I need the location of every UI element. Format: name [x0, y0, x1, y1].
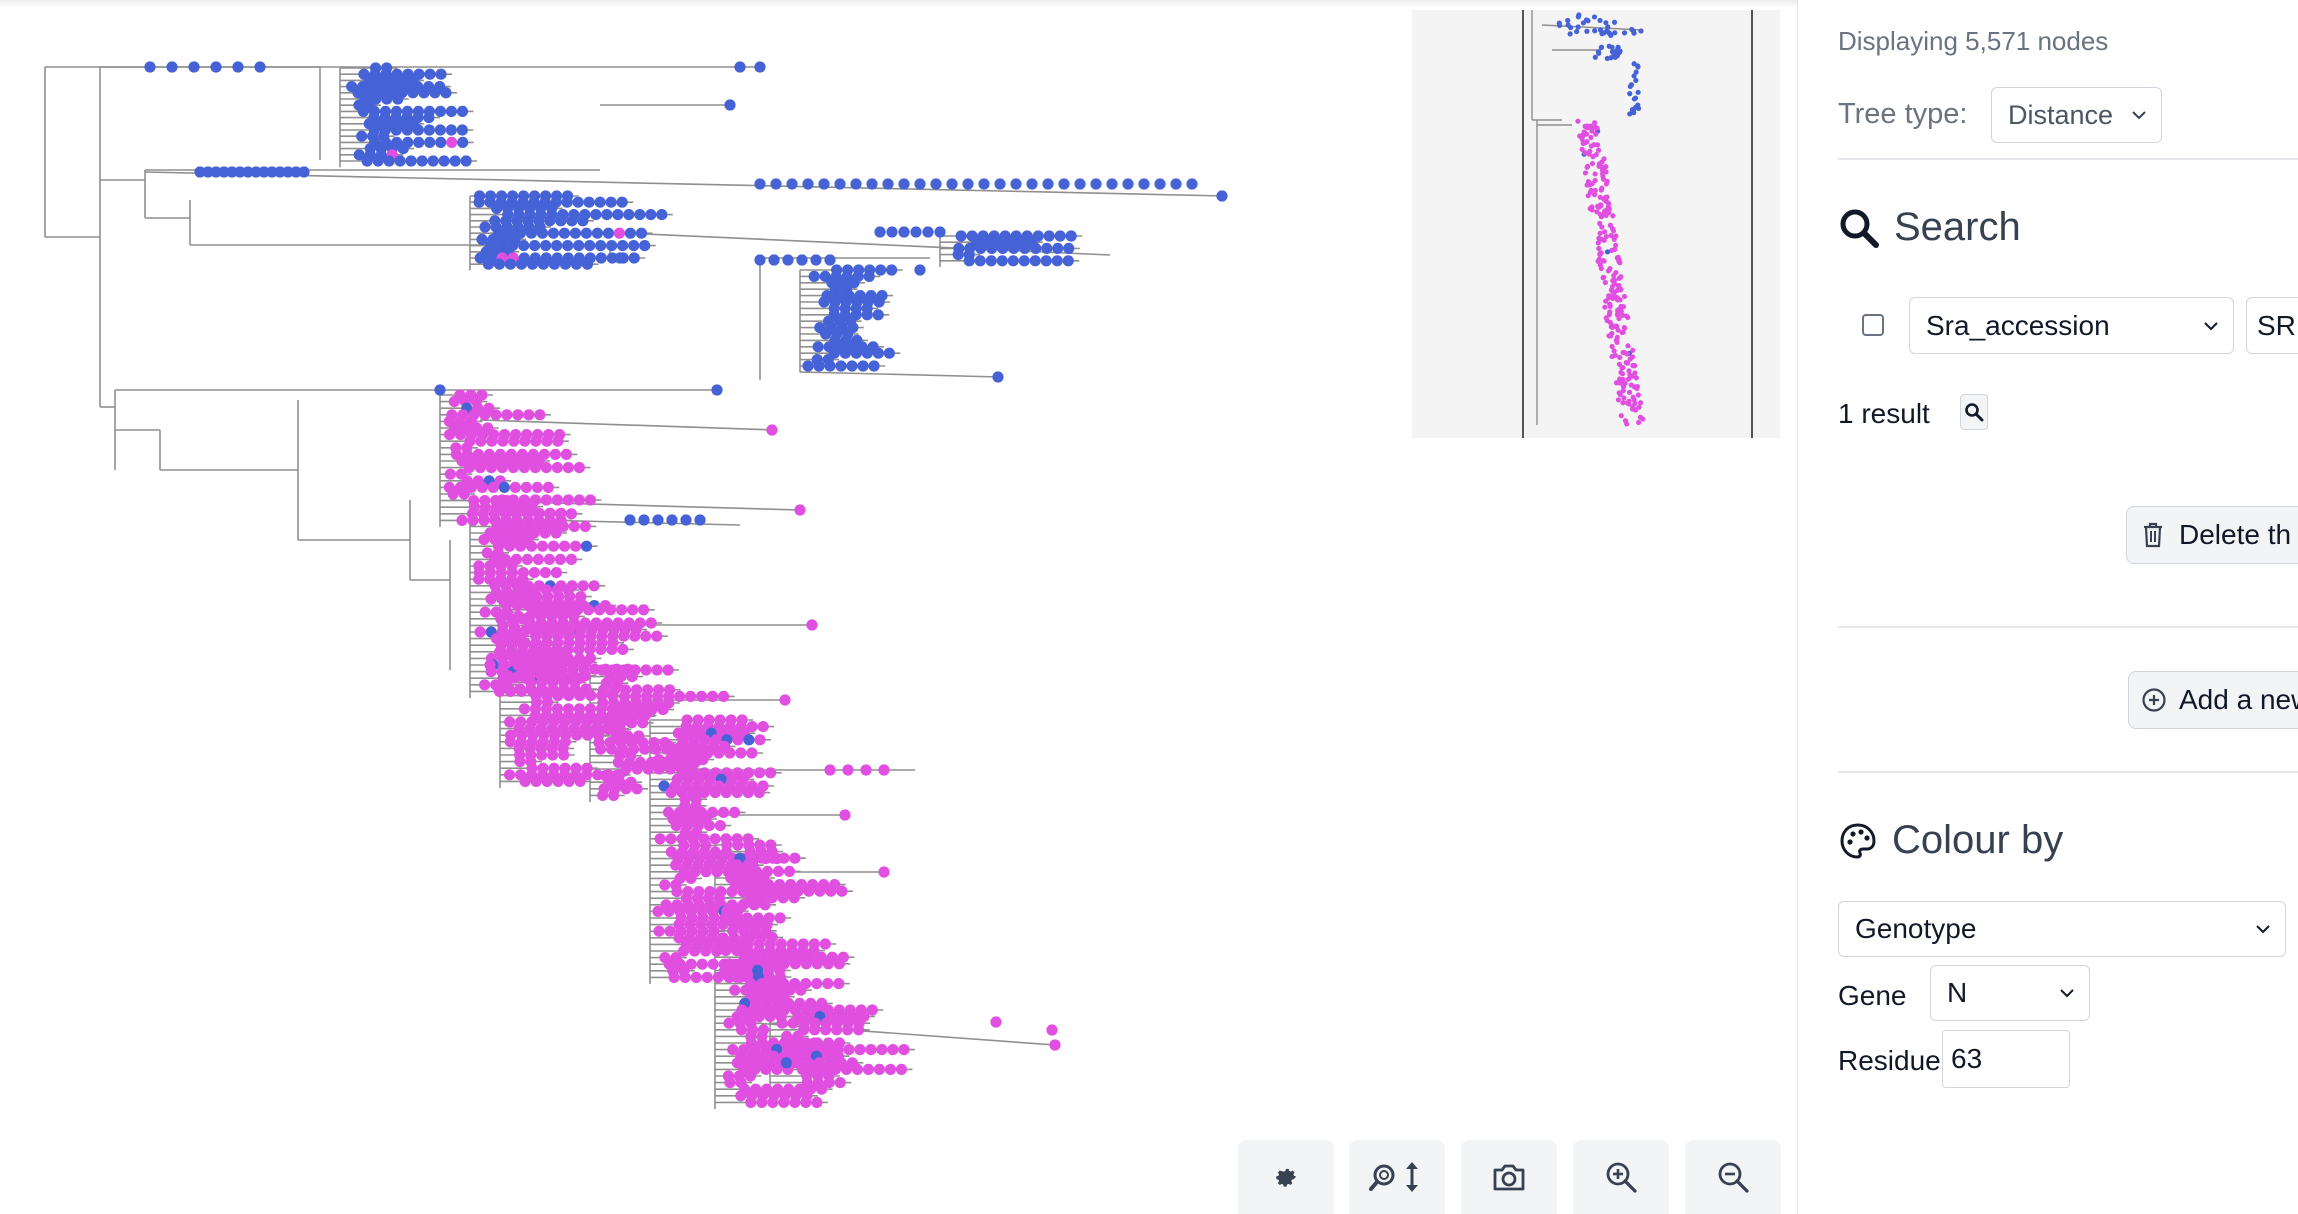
residue-input[interactable]: 63: [1942, 1030, 2070, 1088]
zoom-in-button[interactable]: [1573, 1140, 1669, 1214]
gene-select[interactable]: N: [1930, 965, 2090, 1021]
tree-tips[interactable]: [144, 61, 1228, 1108]
divider: [1838, 626, 2298, 628]
tree-type-select[interactable]: Distance: [1991, 87, 2162, 143]
minimap-content: [1522, 10, 1753, 438]
residue-value: 63: [1951, 1043, 1983, 1074]
app-window: Displaying 5,571 nodes Tree type: Distan…: [0, 0, 2298, 1214]
chevron-down-icon: [2060, 989, 2074, 998]
sidebar: Displaying 5,571 nodes Tree type: Distan…: [1797, 0, 2298, 1214]
search-icon: [1965, 403, 1984, 422]
zoom-vertical-icon: [1369, 1162, 1418, 1192]
tree-canvas[interactable]: [0, 0, 1797, 1214]
search-value-input[interactable]: SRR: [2246, 297, 2298, 354]
palette-icon: [1840, 822, 1876, 859]
add-search-button[interactable]: Add a new: [2128, 671, 2298, 729]
search-value-text: SRR: [2257, 309, 2298, 341]
minimap-tree[interactable]: [1412, 10, 1780, 438]
gene-label: Gene: [1838, 980, 1907, 1011]
search-icon: [1840, 209, 1879, 248]
gear-icon: [1276, 1168, 1297, 1187]
gene-value: N: [1947, 977, 1968, 1008]
nodes-count: Displaying 5,571 nodes: [1838, 26, 2109, 56]
search-enable-checkbox[interactable]: [1862, 314, 1884, 336]
zoom-to-result-button[interactable]: [1960, 394, 1988, 430]
zoom-out-button[interactable]: [1685, 1140, 1781, 1214]
chevron-down-icon: [2256, 925, 2270, 934]
delete-button-label: Delete th: [2179, 519, 2292, 550]
colour-heading-text: Colour by: [1892, 818, 2064, 862]
tree-type-label: Tree type:: [1838, 98, 1968, 130]
screenshot-button[interactable]: [1461, 1140, 1557, 1214]
colour-heading: Colour by: [1838, 818, 2063, 863]
tree-branches: [44, 66, 1226, 1109]
search-heading: Search: [1838, 205, 2021, 250]
divider: [1838, 158, 2298, 160]
chevron-down-icon: [2204, 321, 2218, 330]
colour-by-select[interactable]: Genotype: [1838, 901, 2286, 957]
colour-by-value: Genotype: [1855, 913, 1977, 944]
vertical-zoom-button[interactable]: [1349, 1140, 1445, 1214]
residue-label: Residue: [1838, 1045, 1941, 1076]
add-button-label: Add a new: [2179, 684, 2298, 715]
minimap[interactable]: [1412, 10, 1780, 438]
search-heading-text: Search: [1894, 205, 2021, 249]
divider: [1838, 771, 2298, 773]
zoom-in-icon: [1606, 1162, 1637, 1193]
tree-type-value: Distance: [2008, 99, 2114, 130]
delete-search-button[interactable]: Delete th: [2126, 506, 2298, 564]
trash-icon: [2144, 522, 2162, 548]
zoom-out-icon: [1718, 1162, 1749, 1193]
result-count: 1 result: [1838, 398, 1930, 429]
settings-button[interactable]: [1238, 1140, 1334, 1214]
chevron-down-icon: [2132, 111, 2146, 120]
camera-icon: [1493, 1164, 1525, 1191]
search-field-select[interactable]: Sra_accession: [1909, 297, 2234, 354]
plus-circle-icon: [2142, 688, 2166, 712]
search-field-value: Sra_accession: [1926, 309, 2110, 341]
